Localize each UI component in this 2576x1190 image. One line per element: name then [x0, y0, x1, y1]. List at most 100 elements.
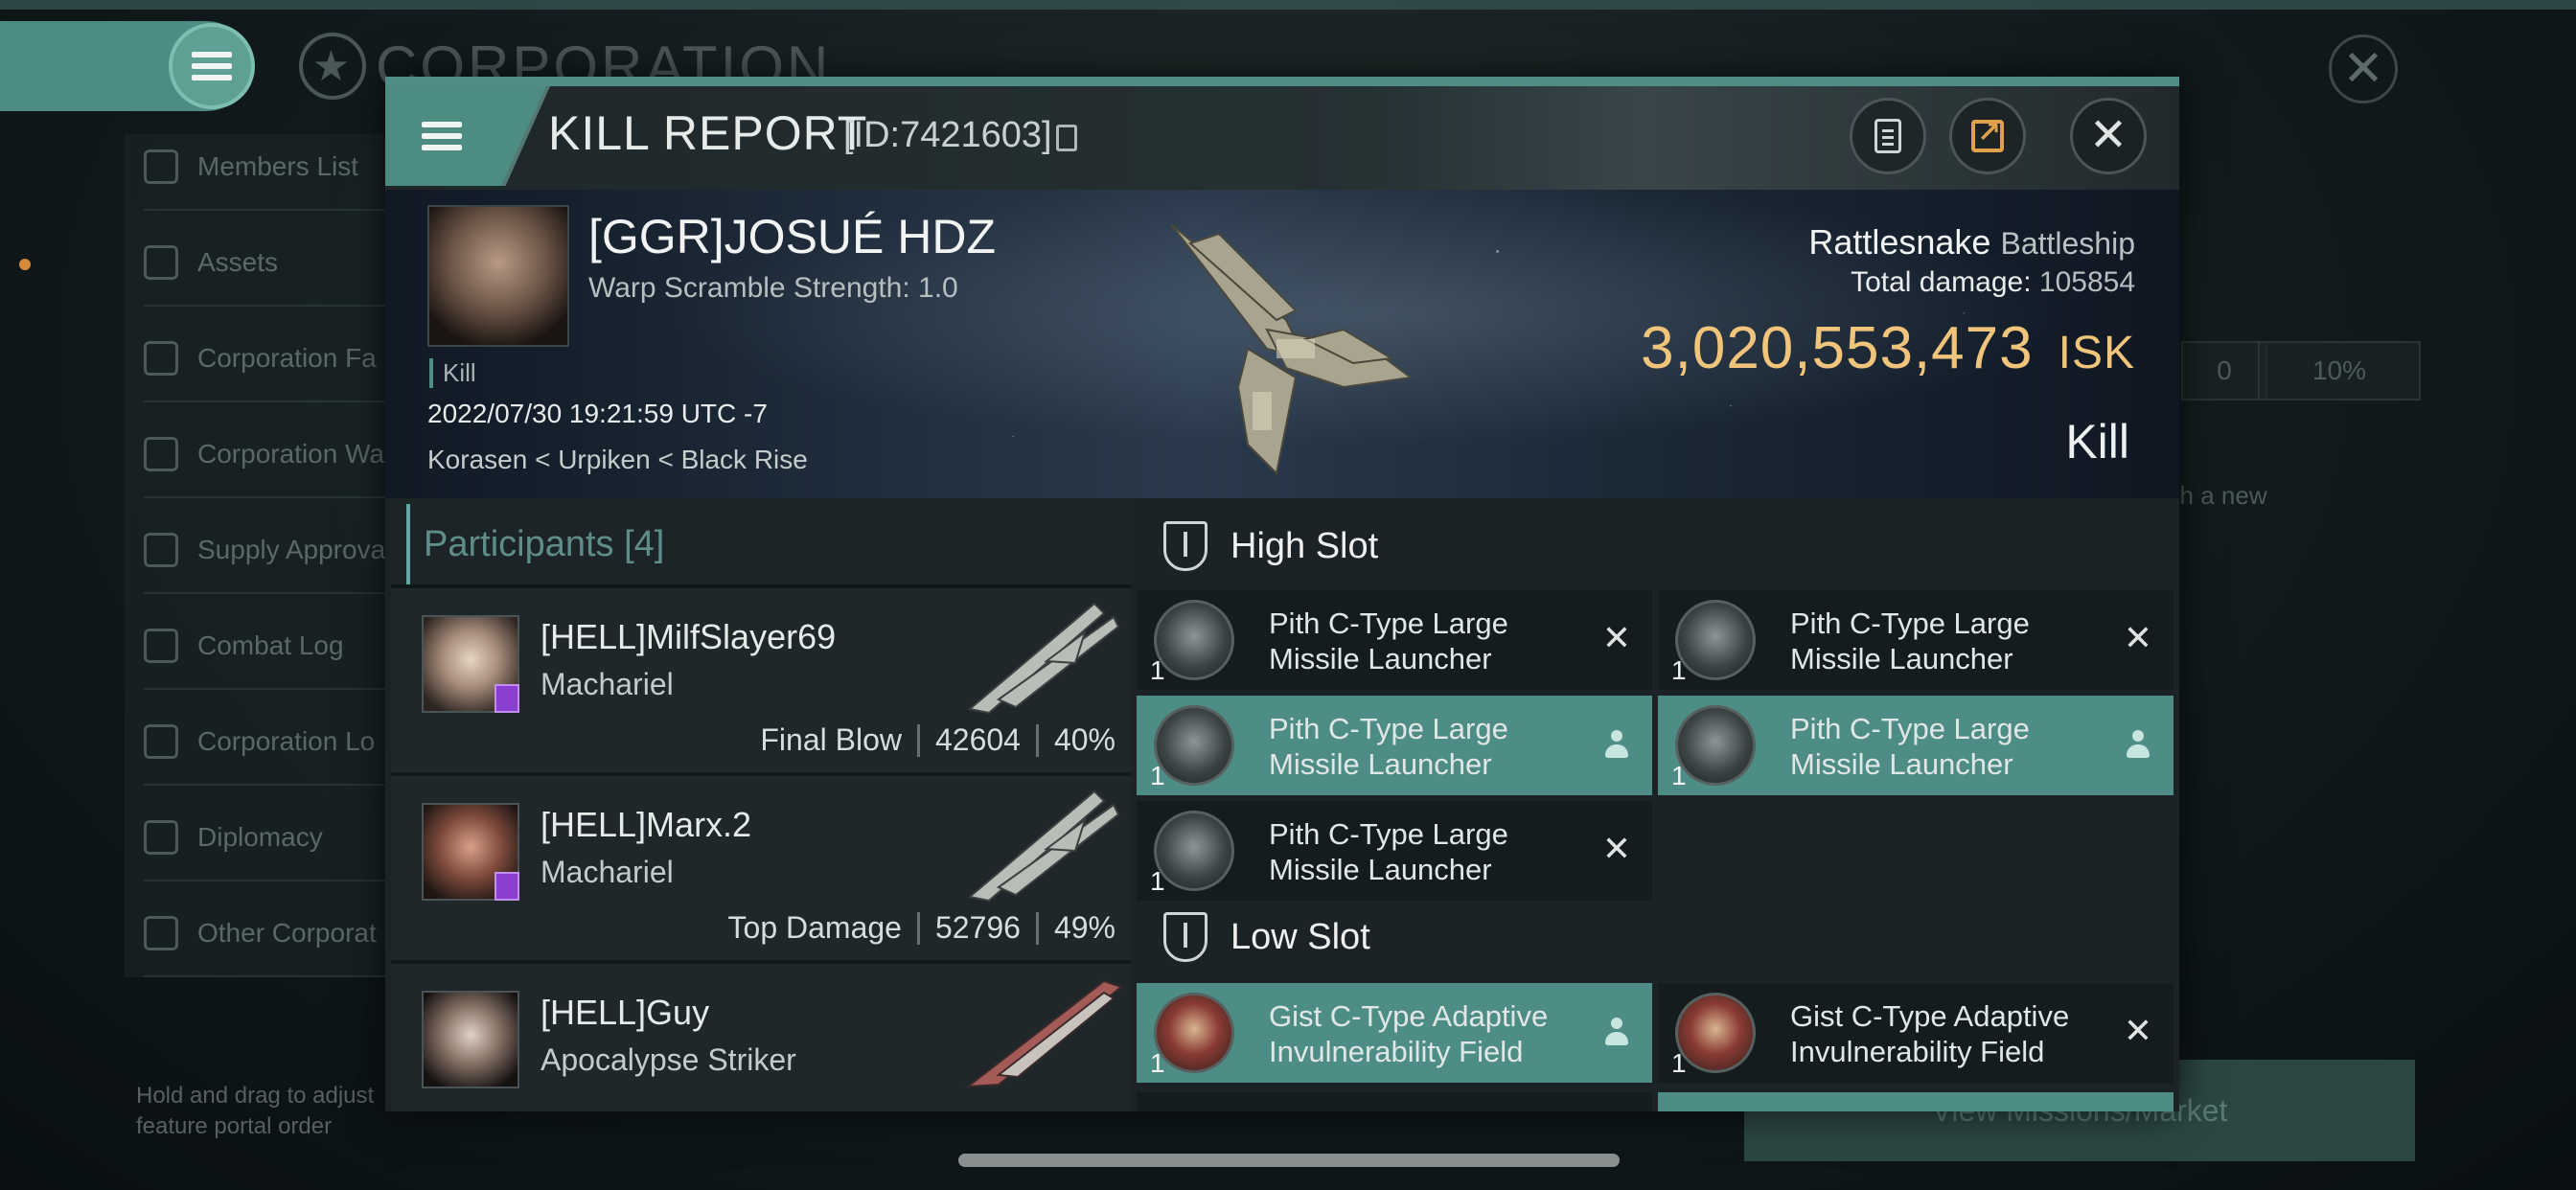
module-quantity: 1	[1671, 655, 1687, 685]
isk-value: 3,020,553,473 ISK	[1641, 314, 2135, 382]
module-quantity: 1	[1150, 761, 1165, 790]
sidebar-item-members-list[interactable]: Members List	[144, 125, 402, 211]
participant-stats: Top Damage 52796 49%	[728, 910, 1116, 946]
victim-portrait[interactable]	[427, 205, 569, 347]
sidebar-item-assets[interactable]: Assets	[144, 220, 402, 307]
sidebar-item-facilities[interactable]: Corporation Fa	[144, 316, 402, 402]
participant-name: [HELL]Guy	[540, 993, 710, 1032]
participant-damage: 42604	[934, 722, 1021, 757]
main-menu-button[interactable]	[169, 23, 255, 109]
module-item[interactable]: 1 Pith C-Type Large Missile Launcher	[1137, 696, 1652, 795]
participant-percent: 49%	[1053, 910, 1116, 945]
participant-portrait	[422, 991, 519, 1088]
module-quantity: 1	[1150, 1048, 1165, 1078]
ship-name[interactable]: Rattlesnake Battleship	[1808, 222, 2135, 263]
sidebar-item-combat-log[interactable]: Combat Log	[144, 604, 402, 690]
share-button[interactable]	[1949, 98, 2026, 174]
destroyed-x-icon: ✕	[1601, 618, 1631, 657]
missile-launcher-icon	[1675, 600, 1756, 680]
isk-amount: 3,020,553,473	[1641, 315, 2034, 381]
sidebar-item-other-corp[interactable]: Other Corporat	[144, 891, 402, 977]
module-quantity: 1	[1150, 866, 1165, 896]
sidebar-item-corp-log[interactable]: Corporation Lo	[144, 699, 402, 786]
corp-log-icon	[144, 724, 178, 759]
close-button[interactable]: ✕	[2070, 98, 2147, 174]
participants-count: [4]	[624, 523, 665, 564]
kill-tag: Kill	[429, 358, 476, 388]
module-name: Gist C-Type Adaptive Invulnerability Fie…	[1269, 999, 1549, 1068]
warp-scramble-strength: Warp Scramble Strength: 1.0	[588, 272, 958, 304]
low-slot-icon	[1163, 912, 1208, 962]
clipboard-icon	[1874, 119, 1901, 153]
low-slot-header: Low Slot	[1135, 895, 2179, 979]
module-item[interactable]: 1 Pith C-Type Large Missile Launcher ✕	[1658, 590, 2174, 690]
missile-launcher-icon	[1154, 705, 1234, 786]
module-item[interactable]: 1 Pith C-Type Large Missile Launcher ✕	[1137, 590, 1652, 690]
low-slot-label: Low Slot	[1230, 916, 1370, 957]
module-item[interactable]: 1 Pith C-Type Large Missile Launcher	[1658, 696, 2174, 795]
participants-header: Participants [4]	[406, 504, 1131, 584]
module-item-partial	[1137, 1092, 1652, 1111]
home-indicator[interactable]	[958, 1154, 1620, 1167]
kill-id: [ID:7421603]	[843, 115, 1052, 155]
kill-result: Kill	[2065, 415, 2129, 469]
clipboard-button[interactable]	[1850, 98, 1926, 174]
facilities-icon	[144, 341, 178, 376]
module-name: Pith C-Type Large Missile Launcher	[1790, 606, 2030, 675]
sidebar-item-diplomacy[interactable]: Diplomacy	[144, 795, 402, 881]
module-quantity: 1	[1671, 761, 1687, 790]
kill-location[interactable]: Korasen < Urpiken < Black Rise	[427, 445, 808, 475]
isk-unit: ISK	[2058, 328, 2135, 378]
participant-ship: Machariel	[540, 855, 674, 889]
module-quantity: 1	[1150, 655, 1165, 685]
close-icon: ✕	[2088, 110, 2128, 161]
victim-ship-image[interactable]	[1152, 205, 1430, 483]
hamburger-icon	[192, 52, 232, 80]
module-item[interactable]: 1 Gist C-Type Adaptive Invulnerability F…	[1137, 983, 1652, 1083]
sidebar-item-wallet[interactable]: Corporation Wa	[144, 412, 402, 498]
diplomacy-icon	[144, 820, 178, 855]
kill-report-dialog: KILL REPORT [ID:7421603] ✕ [GGR]JOSUÉ HD…	[385, 77, 2179, 1111]
machariel-ship-icon	[967, 790, 1120, 903]
total-damage: Total damage: 105854	[1851, 266, 2135, 299]
victim-banner: [GGR]JOSUÉ HDZ Warp Scramble Strength: 1…	[385, 190, 2179, 498]
module-name: Pith C-Type Large Missile Launcher	[1269, 817, 1508, 886]
corporation-close-button[interactable]: ✕	[2329, 34, 2398, 103]
participant-role: Final Blow	[760, 722, 902, 757]
top-accent-line	[0, 0, 2576, 10]
assets-icon	[144, 245, 178, 280]
missile-launcher-icon	[1154, 600, 1234, 680]
sidebar-item-supply[interactable]: Supply Approva	[144, 508, 402, 594]
bg-value-box: 0	[2181, 341, 2267, 400]
share-icon	[1971, 116, 2004, 152]
missile-launcher-icon	[1675, 705, 1756, 786]
other-corp-icon	[144, 916, 178, 950]
participant-row[interactable]: [HELL]Marx.2 Machariel Top Damage 52796 …	[391, 772, 1131, 960]
victim-name[interactable]: [GGR]JOSUÉ HDZ	[588, 209, 996, 264]
total-damage-label: Total damage:	[1851, 266, 2032, 298]
apocalypse-ship-icon	[964, 979, 1123, 1088]
module-name: Pith C-Type Large Missile Launcher	[1790, 712, 2030, 781]
kill-datetime: 2022/07/30 19:21:59 UTC -7	[427, 399, 768, 428]
module-item[interactable]: 1 Pith C-Type Large Missile Launcher ✕	[1137, 801, 1652, 901]
participants-label: Participants	[424, 523, 614, 564]
participant-row[interactable]: [HELL]MilfSlayer69 Machariel Final Blow …	[391, 584, 1131, 772]
participant-name: [HELL]MilfSlayer69	[540, 617, 837, 656]
destroyed-x-icon: ✕	[2123, 1011, 2152, 1050]
fitting-panel: High Slot 1 Pith C-Type Large Missile La…	[1135, 504, 2179, 1111]
combat-log-icon	[144, 629, 178, 663]
module-name: Pith C-Type Large Missile Launcher	[1269, 712, 1508, 781]
module-name: Pith C-Type Large Missile Launcher	[1269, 606, 1508, 675]
participant-row[interactable]: [HELL]Guy Apocalypse Striker	[391, 960, 1131, 1111]
high-slot-label: High Slot	[1230, 525, 1379, 566]
hamburger-icon	[422, 122, 462, 150]
corporation-star-icon: ★	[299, 33, 366, 100]
module-item[interactable]: 1 Gist C-Type Adaptive Invulnerability F…	[1658, 983, 2174, 1083]
participant-stats: Final Blow 42604 40%	[760, 722, 1116, 758]
portal-order-hint: Hold and drag to adjust feature portal o…	[136, 1083, 375, 1139]
copy-icon[interactable]	[1056, 125, 1077, 151]
invulnerability-field-icon	[1154, 993, 1234, 1073]
module-name: Gist C-Type Adaptive Invulnerability Fie…	[1790, 999, 2070, 1068]
participant-ship: Apocalypse Striker	[540, 1042, 796, 1077]
total-damage-value: 105854	[2038, 266, 2135, 298]
